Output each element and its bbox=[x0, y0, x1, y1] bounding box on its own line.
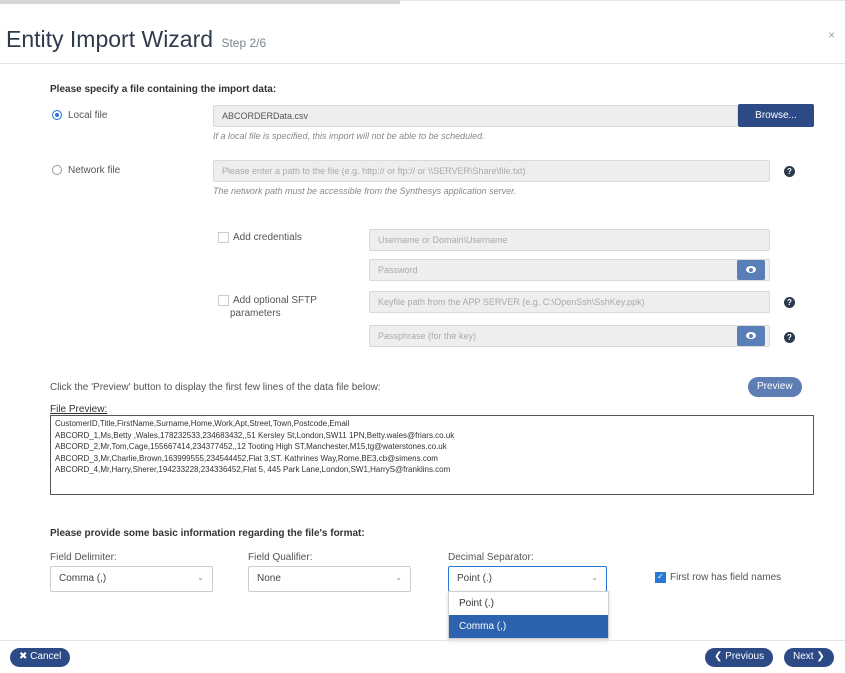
decimal-separator-value: Point (.) bbox=[457, 573, 493, 584]
file-prompt: Please specify a file containing the imp… bbox=[50, 84, 277, 95]
username-input[interactable]: Username or Domain\Username bbox=[369, 229, 770, 251]
add-sftp-checkbox[interactable] bbox=[218, 294, 229, 306]
local-file-hint: If a local file is specified, this impor… bbox=[213, 131, 485, 141]
add-sftp-label-line1: Add optional SFTP bbox=[233, 295, 317, 306]
field-delimiter-value: Comma (,) bbox=[59, 573, 107, 584]
field-qualifier-select[interactable]: None ⌄ bbox=[248, 566, 411, 592]
cancel-button[interactable]: ✖ Cancel bbox=[10, 648, 71, 667]
decimal-separator-label: Decimal Separator: bbox=[448, 552, 534, 563]
password-input[interactable]: Password bbox=[369, 259, 770, 281]
preview-line: ABCORD_3,Mr,Charlie,Brown,163999555,2345… bbox=[55, 453, 438, 463]
network-file-radio[interactable] bbox=[52, 165, 62, 176]
show-passphrase-eye-icon[interactable] bbox=[737, 326, 765, 346]
local-file-label: Local file bbox=[68, 110, 108, 121]
file-preview-label: File Preview: bbox=[50, 404, 108, 415]
add-sftp-option[interactable]: Add optional SFTP parameters bbox=[218, 294, 317, 320]
preview-line: CustomerID,Title,FirstName,Surname,Home,… bbox=[55, 419, 350, 428]
chevron-down-icon: ⌄ bbox=[197, 573, 204, 582]
chevron-down-icon: ⌄ bbox=[395, 573, 402, 582]
option-comma[interactable]: Comma (,) bbox=[449, 615, 608, 638]
chevron-down-icon: ⌄ bbox=[591, 573, 598, 582]
decimal-separator-dropdown: Point (.) Comma (,) bbox=[448, 591, 609, 639]
step-indicator: Step 2/6 bbox=[221, 36, 267, 50]
add-credentials-checkbox[interactable] bbox=[218, 232, 229, 243]
field-qualifier-label: Field Qualifier: bbox=[248, 552, 313, 563]
field-qualifier-value: None bbox=[257, 573, 281, 584]
field-delimiter-select[interactable]: Comma (,) ⌄ bbox=[50, 566, 213, 592]
network-file-option[interactable]: Network file bbox=[52, 165, 120, 176]
top-bar bbox=[0, 0, 400, 4]
field-delimiter-label: Field Delimiter: bbox=[50, 552, 117, 563]
local-file-input[interactable]: ABCORDERData.csv bbox=[213, 105, 738, 127]
header-divider bbox=[0, 63, 845, 64]
previous-button[interactable]: ❮ Previous bbox=[705, 648, 774, 667]
preview-line: ABCORD_4,Mr,Harry,Sherer,194233228,23433… bbox=[55, 465, 451, 474]
browse-button[interactable]: Browse... bbox=[738, 104, 814, 127]
show-password-eye-icon[interactable] bbox=[737, 260, 765, 280]
network-file-hint: The network path must be accessible from… bbox=[213, 186, 517, 196]
first-row-option[interactable]: First row has field names bbox=[655, 572, 781, 583]
keyfile-help-icon[interactable]: ? bbox=[784, 297, 795, 308]
preview-button[interactable]: Preview bbox=[748, 377, 802, 397]
format-prompt: Please provide some basic information re… bbox=[50, 528, 365, 539]
next-button[interactable]: Next ❯ bbox=[784, 648, 834, 667]
add-credentials-option[interactable]: Add credentials bbox=[218, 232, 302, 243]
preview-line: ABCORD_1,Ms,Betty ,Wales,178232533,23468… bbox=[55, 430, 455, 440]
decimal-separator-select[interactable]: Point (.) ⌄ bbox=[448, 566, 607, 592]
footer-divider bbox=[0, 640, 845, 641]
option-point[interactable]: Point (.) bbox=[449, 592, 608, 615]
passphrase-help-icon[interactable]: ? bbox=[784, 332, 795, 343]
title-text: Entity Import Wizard bbox=[6, 26, 214, 52]
network-file-label: Network file bbox=[68, 165, 121, 176]
add-sftp-label-line2: parameters bbox=[230, 308, 281, 319]
local-file-radio[interactable] bbox=[52, 110, 62, 121]
add-credentials-label: Add credentials bbox=[233, 232, 302, 244]
passphrase-input[interactable]: Passphrase (for the key) bbox=[369, 325, 770, 347]
preview-line: ABCORD_2,Mr,Tom,Cage,155667414,234377452… bbox=[55, 442, 447, 451]
keyfile-input[interactable]: Keyfile path from the APP SERVER (e.g. C… bbox=[369, 291, 770, 313]
network-file-input[interactable]: Please enter a path to the file (e.g. ht… bbox=[213, 160, 770, 182]
file-preview-box: CustomerID,Title,FirstName,Surname,Home,… bbox=[50, 415, 814, 495]
close-icon[interactable]: × bbox=[828, 28, 835, 42]
wizard-title: Entity Import Wizard Step 2/6 bbox=[6, 26, 266, 53]
network-file-help-icon[interactable]: ? bbox=[784, 166, 795, 177]
preview-instruction: Click the 'Preview' button to display th… bbox=[50, 382, 381, 393]
first-row-checkbox[interactable] bbox=[655, 572, 666, 583]
first-row-label: First row has field names bbox=[670, 572, 782, 584]
local-file-option[interactable]: Local file bbox=[52, 110, 107, 121]
